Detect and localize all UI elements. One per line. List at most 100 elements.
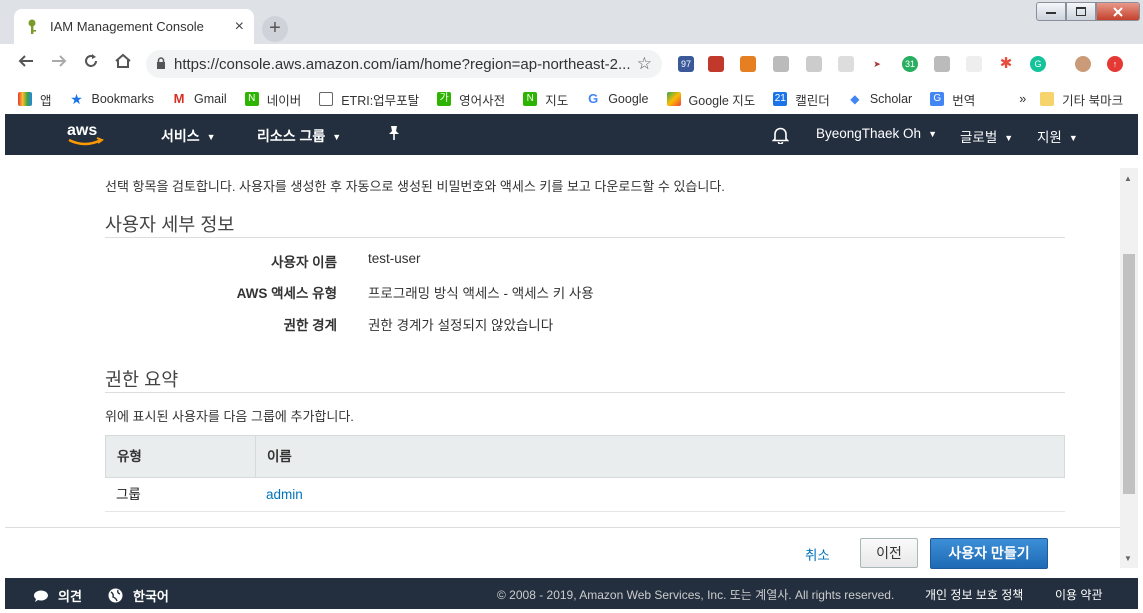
bookmark-map[interactable]: N 지도 <box>523 90 568 109</box>
support-menu[interactable]: 지원 ▼ <box>1037 126 1078 146</box>
detail-label-username: 사용자 이름 <box>271 255 337 270</box>
bookmark-bookmarks[interactable]: ★ Bookmarks <box>70 92 154 106</box>
group-link-admin[interactable]: admin <box>255 478 303 511</box>
table-row: 그룹 admin <box>105 478 1065 512</box>
speech-bubble-icon <box>33 589 58 604</box>
extension-badge-icon[interactable]: 97 <box>678 56 694 72</box>
update-arrow-icon[interactable]: ↑ <box>1107 56 1123 72</box>
extension-book-icon[interactable] <box>708 56 724 72</box>
resource-groups-menu[interactable]: 리소스 그룹 ▼ <box>257 126 341 146</box>
scholar-cap-icon: ◆ <box>850 92 860 106</box>
terms-of-use-link[interactable]: 이용 약관 <box>1055 586 1103 603</box>
feedback-label: 의견 <box>58 589 82 604</box>
naver-map-icon: N <box>523 92 538 106</box>
scroll-down-arrow-icon[interactable]: ▼ <box>1124 554 1132 563</box>
window-minimize-button[interactable] <box>1036 2 1066 21</box>
account-menu[interactable]: ByeongThaek Oh ▼ <box>816 126 937 141</box>
bookmark-gmail[interactable]: M Gmail <box>172 92 227 107</box>
home-icon[interactable] <box>111 52 135 76</box>
bookmark-google-maps[interactable]: Google 지도 <box>666 90 755 109</box>
browser-tab[interactable]: IAM Management Console × <box>14 9 254 44</box>
bookmark-other[interactable]: 기타 북마크 <box>1040 90 1123 109</box>
user-details-heading: 사용자 세부 정보 <box>105 214 235 235</box>
bookmark-label: 영어사전 <box>459 93 506 108</box>
apps-grid-icon <box>18 92 32 106</box>
bookmark-label: Google <box>608 92 649 106</box>
browser-toolbar: https://console.aws.amazon.com/iam/home?… <box>0 44 1143 84</box>
svg-text:aws: aws <box>67 122 97 139</box>
profile-avatar[interactable] <box>1075 56 1091 72</box>
table-header: 유형 이름 <box>105 435 1065 478</box>
window-maximize-button[interactable] <box>1066 2 1096 21</box>
pin-icon[interactable] <box>387 125 401 144</box>
bookmark-naver[interactable]: N 네이버 <box>244 90 302 109</box>
extension-badge-count: 97 <box>680 59 691 69</box>
previous-button[interactable]: 이전 <box>860 538 918 568</box>
reload-icon[interactable] <box>79 52 103 76</box>
extension-pdf-icon[interactable] <box>838 56 854 72</box>
bookmark-dictionary[interactable]: 가 영어사전 <box>437 90 505 109</box>
bookmark-calendar[interactable]: 21 캘린더 <box>773 90 830 109</box>
extension-ex-icon[interactable] <box>773 56 789 72</box>
extension-reader-icon[interactable] <box>806 56 822 72</box>
extension-search-icon[interactable] <box>966 56 982 72</box>
cancel-button[interactable]: 취소 <box>805 544 830 564</box>
overflow-chevron-icon: » <box>1019 92 1027 106</box>
bookmark-apps[interactable]: 앱 <box>18 90 52 109</box>
copyright-text: © 2008 - 2019, Amazon Web Services, Inc.… <box>497 588 895 602</box>
extension-calendar-icon[interactable]: 31 <box>902 56 918 72</box>
detail-value-permissions-boundary: 권한 경계가 설정되지 않았습니다 <box>368 318 554 333</box>
tab-close-icon[interactable]: × <box>235 18 244 36</box>
extension-clean-icon[interactable] <box>934 56 950 72</box>
cell-type: 그룹 <box>116 487 141 502</box>
bookmark-label: 기타 북마크 <box>1062 93 1124 108</box>
bookmark-label: 앱 <box>40 93 52 108</box>
column-header-name[interactable]: 이름 <box>256 436 292 477</box>
wizard-action-bar: 취소 이전 사용자 만들기 <box>5 527 1120 578</box>
bookmark-label: 지도 <box>545 93 569 108</box>
page-scrollbar[interactable]: ▲ ▼ <box>1120 168 1138 568</box>
chevron-down-icon: ▼ <box>206 132 216 142</box>
bookmark-scholar[interactable]: ◆ Scholar <box>848 92 912 106</box>
scroll-up-arrow-icon[interactable]: ▲ <box>1124 174 1132 183</box>
tab-title: IAM Management Console <box>50 19 204 34</box>
extension-cursor-icon[interactable]: ➤ <box>869 56 885 72</box>
region-menu[interactable]: 글로벌 ▼ <box>960 126 1013 146</box>
extension-bowl-icon[interactable] <box>740 56 756 72</box>
bookmarks-overflow-button[interactable]: » <box>1019 92 1026 106</box>
scrollbar-thumb[interactable] <box>1123 254 1135 494</box>
back-arrow-icon[interactable] <box>14 52 38 76</box>
forward-arrow-icon[interactable] <box>47 52 71 76</box>
address-bar[interactable]: https://console.aws.amazon.com/iam/home?… <box>146 50 662 78</box>
window-close-button[interactable] <box>1096 2 1140 21</box>
bookmark-translate[interactable]: G 번역 <box>930 90 975 109</box>
chevron-down-icon: ▼ <box>1068 133 1078 143</box>
chevron-down-icon: ▼ <box>332 132 342 142</box>
divider <box>105 237 1065 238</box>
bookmark-google[interactable]: G Google <box>586 91 649 107</box>
privacy-policy-link[interactable]: 개인 정보 보호 정책 <box>925 586 1023 603</box>
new-tab-button[interactable]: + <box>262 16 288 42</box>
bookmark-label: ETRI:업무포탈 <box>341 93 420 108</box>
create-user-button[interactable]: 사용자 만들기 <box>930 538 1048 569</box>
bookmarks-bar: 앱 ★ Bookmarks M Gmail N 네이버 ETRI:업무포탈 가 영어사전… <box>0 84 1143 114</box>
services-menu[interactable]: 서비스 ▼ <box>161 126 216 146</box>
bookmark-etri[interactable]: ETRI:업무포탈 <box>319 90 419 109</box>
google-icon: G <box>588 91 599 106</box>
notification-bell-icon[interactable] <box>771 126 790 147</box>
chevron-down-icon: ▼ <box>1004 133 1014 143</box>
extension-calendar-count: 31 <box>904 59 915 69</box>
aws-logo-icon[interactable]: aws <box>67 120 107 150</box>
region-label: 글로벌 <box>960 130 998 145</box>
extension-asterisk-icon[interactable]: ✱ <box>998 56 1014 72</box>
bookmark-star-icon[interactable]: ☆ <box>637 54 652 74</box>
grammarly-icon[interactable]: G <box>1030 56 1046 72</box>
language-selector[interactable]: 한국어 <box>108 586 169 605</box>
globe-icon <box>108 588 133 604</box>
column-header-type[interactable]: 유형 <box>106 436 256 477</box>
feedback-button[interactable]: 의견 <box>33 586 82 605</box>
detail-value-access-type: 프로그래밍 방식 액세스 - 액세스 키 사용 <box>368 286 594 301</box>
bookmark-label: 네이버 <box>266 93 302 108</box>
naver-icon: N <box>244 92 259 106</box>
folder-icon <box>1040 92 1055 106</box>
